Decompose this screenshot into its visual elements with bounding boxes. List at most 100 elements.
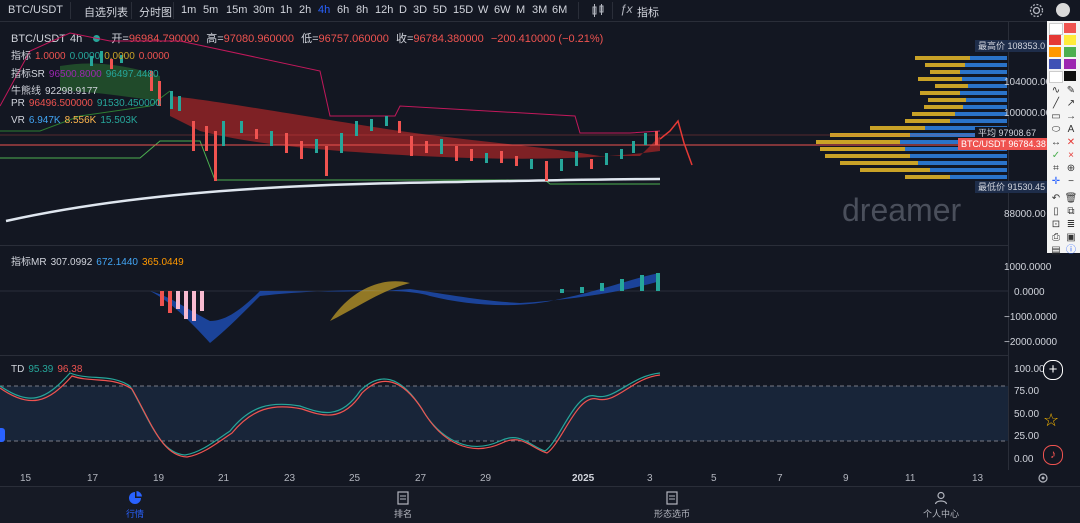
watchlist-button[interactable]: 自选列表 [84, 4, 128, 20]
indicator-button[interactable]: 指标 [637, 4, 659, 20]
tf-4h[interactable]: 4h [318, 4, 330, 16]
color-swatch[interactable] [1049, 47, 1061, 57]
moving-average-line [5, 177, 661, 223]
legend-indicator: 指标 1.0000 0.0000 0.0000 0.0000 [11, 47, 173, 62]
pencil-tool-icon[interactable]: ✎ [1064, 85, 1078, 97]
tf-1m[interactable]: 1m [181, 4, 196, 16]
tf-w[interactable]: W [478, 4, 488, 16]
divider [131, 2, 132, 19]
avatar[interactable] [1056, 3, 1070, 17]
indicator-fx-icon[interactable]: ƒx [620, 2, 633, 16]
tf-5m[interactable]: 5m [203, 4, 218, 16]
time-axis-label: 5 [711, 473, 717, 484]
td-axis-label: 50.00 [1014, 409, 1040, 420]
axis-settings-icon[interactable] [1036, 471, 1050, 485]
color-swatch[interactable] [1064, 71, 1076, 81]
tf-3m[interactable]: 3M [532, 4, 547, 16]
ranking-icon [397, 491, 409, 505]
measure-tool-icon[interactable]: ↔ [1049, 137, 1063, 149]
print-icon[interactable]: ⎙ [1049, 232, 1063, 244]
nav-profile[interactable]: 个人中心 [911, 491, 971, 520]
timeshare-button[interactable]: 分时图 [139, 4, 172, 20]
save-icon[interactable]: ▣ [1064, 232, 1078, 244]
delete-x-icon[interactable]: ✕ [1064, 137, 1078, 149]
legend-value: 96497.4480 [105, 69, 159, 80]
color-swatch[interactable] [1064, 35, 1076, 45]
tf-5d[interactable]: 5D [433, 4, 447, 16]
zoom-tool-icon[interactable]: ⊕ [1064, 163, 1078, 175]
check-icon[interactable]: ✓ [1049, 150, 1063, 162]
document-icon[interactable]: ▯ [1049, 206, 1063, 218]
lock-icon[interactable]: ⊡ [1049, 219, 1063, 231]
legend-value: 96500.8000 [48, 69, 102, 80]
text-tool-icon[interactable]: A [1064, 124, 1078, 136]
tf-2h[interactable]: 2h [299, 4, 311, 16]
add-circle-icon[interactable]: + [1043, 360, 1063, 380]
time-axis[interactable]: 15 17 19 21 23 25 27 29 2025 3 5 7 9 11 … [0, 470, 1008, 486]
price-axis-border [1008, 21, 1009, 470]
tf-m[interactable]: M [516, 4, 525, 16]
close-icon[interactable]: × [1064, 150, 1078, 162]
color-swatch[interactable] [1049, 23, 1063, 35]
tf-15d[interactable]: 15D [453, 4, 473, 16]
color-swatch[interactable] [1064, 59, 1076, 69]
info-icon[interactable]: ⓘ [1064, 245, 1078, 257]
tf-6w[interactable]: 6W [494, 4, 511, 16]
time-axis-label: 9 [843, 473, 849, 484]
image-icon[interactable]: ▤ [1049, 245, 1063, 257]
nav-market[interactable]: 行情 [105, 491, 165, 520]
color-swatch[interactable] [1049, 71, 1063, 83]
color-swatch[interactable] [1064, 23, 1076, 33]
legend-value: 1.0000 [35, 51, 66, 62]
copy-icon[interactable]: ⧉ [1064, 206, 1078, 218]
divider [578, 2, 579, 19]
music-note-icon[interactable]: ♪ [1043, 445, 1063, 465]
projection-drawing [659, 119, 693, 166]
tf-d[interactable]: D [399, 4, 407, 16]
tf-6m[interactable]: 6M [552, 4, 567, 16]
legend-value: 672.1440 [96, 257, 138, 268]
crosshair-icon[interactable]: ✛ [1049, 176, 1063, 188]
color-swatch[interactable] [1049, 35, 1061, 45]
volume-profile [816, 56, 1007, 179]
tf-6h[interactable]: 6h [337, 4, 349, 16]
nav-pattern-pick[interactable]: 形态选币 [642, 491, 702, 520]
legend-name: PR [11, 98, 25, 109]
tf-15m[interactable]: 15m [226, 4, 247, 16]
arrow-tool-icon[interactable]: → [1064, 111, 1078, 123]
minus-icon[interactable]: − [1064, 176, 1078, 188]
time-axis-label: 29 [480, 473, 492, 484]
star-icon[interactable]: ☆ [1043, 410, 1059, 431]
color-swatch[interactable] [1064, 47, 1076, 57]
nav-label: 行情 [125, 509, 144, 519]
legend-value: 307.0992 [50, 257, 93, 268]
legend-value: 15.503K [100, 115, 138, 126]
tf-1h[interactable]: 1h [280, 4, 292, 16]
crop-tool-icon[interactable]: ⌗ [1049, 163, 1063, 175]
line-tool-icon[interactable]: ╱ [1049, 98, 1063, 110]
tf-30m[interactable]: 30m [253, 4, 274, 16]
divider [70, 2, 71, 19]
symbol-selector[interactable]: BTC/USDT [8, 4, 63, 16]
tf-3d[interactable]: 3D [413, 4, 427, 16]
ellipse-tool-icon[interactable]: ⬭ [1049, 124, 1063, 136]
settings-gear-icon[interactable] [1029, 3, 1044, 18]
tf-8h[interactable]: 8h [356, 4, 368, 16]
tf-12h[interactable]: 12h [375, 4, 393, 16]
legend-name: 指标SR [11, 69, 45, 80]
rectangle-tool-icon[interactable]: ▭ [1049, 111, 1063, 123]
legend-value: 6.947K [28, 115, 61, 126]
trash-icon[interactable]: 🗑 [1064, 193, 1078, 205]
legend-mr: 指标MR 307.0992 672.1440 365.0449 [11, 253, 188, 268]
legend-vr: VR 6.947K 8.556K 15.503K [11, 115, 142, 126]
curve-tool-icon[interactable]: ∿ [1049, 85, 1063, 97]
nav-ranking[interactable]: 排名 [373, 491, 433, 520]
divider [173, 2, 174, 19]
candle-type-icon[interactable] [591, 4, 605, 17]
panel-handle[interactable] [0, 428, 5, 442]
time-axis-label: 19 [153, 473, 165, 484]
color-swatch[interactable] [1049, 59, 1061, 69]
layers-icon[interactable]: ≣ [1064, 219, 1078, 231]
undo-icon[interactable]: ↶ [1049, 193, 1063, 205]
ray-tool-icon[interactable]: ↗ [1064, 98, 1078, 110]
